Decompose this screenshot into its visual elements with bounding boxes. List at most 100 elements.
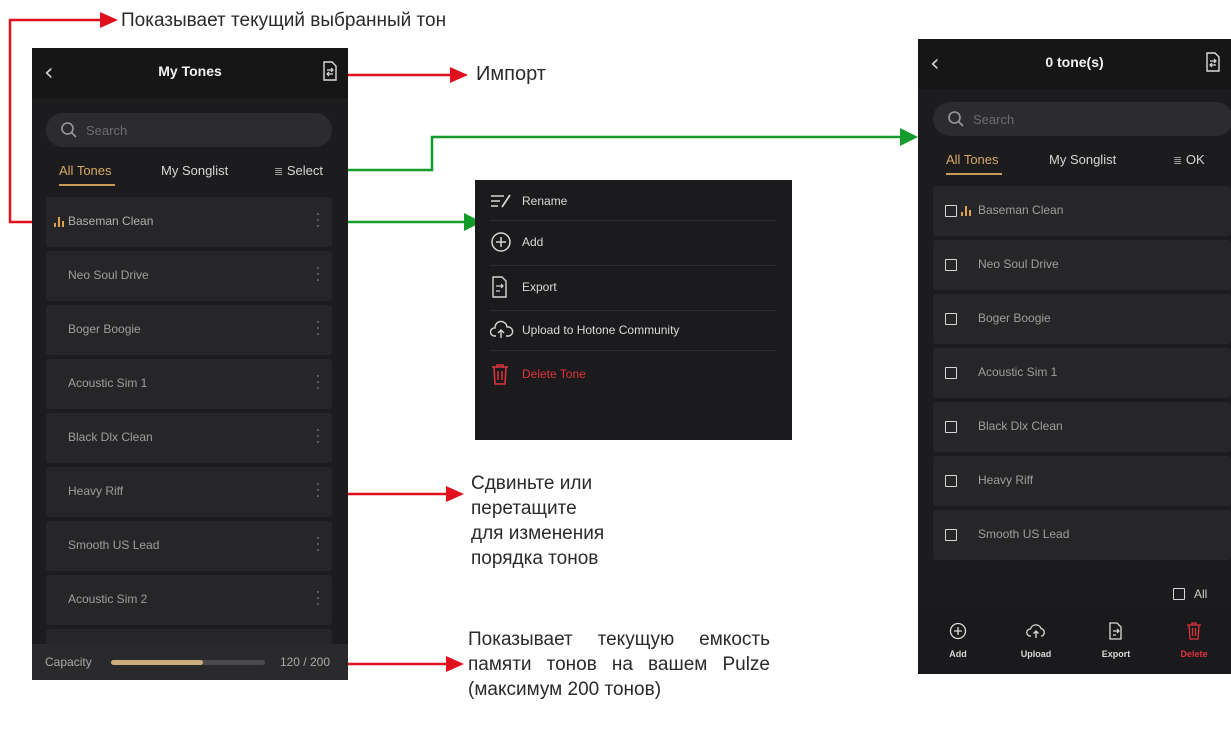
tone-row[interactable]: Neo Soul Drive [46,251,332,301]
tone-name: Neo Soul Drive [978,257,1059,271]
tone-row-selected[interactable]: Baseman Clean [46,197,332,247]
tone-row[interactable]: Black Dlx Clean [933,402,1231,452]
tone-row[interactable]: Smooth US Lead [46,521,332,571]
select-label: Select [286,163,323,178]
menu-item-add[interactable]: Add [490,221,777,265]
more-icon[interactable] [316,265,320,287]
bottom-toolbar: Add Upload Export Delete [918,608,1231,674]
annotation-reorder: Сдвиньте или перетащите для изменения по… [471,471,671,571]
tone-row[interactable]: Neo Soul Drive [933,240,1231,290]
current-tone-bars-icon [961,204,973,216]
select-button[interactable]: ≣ Select [274,163,323,178]
tone-row[interactable]: Acoustic Sim 1 [46,359,332,409]
menu-item-label: Rename [522,194,568,208]
header: ‹ My Tones [32,48,348,98]
select-all-label: All [1194,587,1208,601]
tone-name: Heavy Riff [68,484,124,498]
delete-button[interactable]: Delete [1164,622,1224,659]
export-button[interactable]: Export [1086,622,1146,659]
menu-divider [490,350,777,351]
more-icon[interactable] [316,319,320,341]
search-input[interactable]: Search [46,113,332,147]
tone-row[interactable]: Boger Boogie [933,294,1231,344]
tone-row[interactable]: Acoustic Sim 1 [933,348,1231,398]
search-input[interactable]: Search [933,102,1231,136]
export-icon [492,276,507,298]
checkbox[interactable] [945,205,957,217]
tone-options-menu: Rename Add Export Upload to Hotone Commu… [475,180,792,440]
tab-my-songlist[interactable]: My Songlist [1049,152,1116,167]
annotation-reorder-line: Сдвиньте или [471,473,593,494]
tab-all-tones[interactable]: All Tones [59,163,112,178]
select-list-icon: ≣ [274,166,284,178]
capacity-track [111,660,265,665]
add-label: Add [949,649,967,659]
tone-row[interactable]: Black Dlx Clean [46,413,332,463]
menu-item-rename[interactable]: Rename [490,180,777,224]
tone-row[interactable]: Heavy Riff [46,467,332,517]
search-placeholder: Search [86,123,128,138]
trash-icon [1187,622,1201,640]
tab-my-songlist[interactable]: My Songlist [161,163,228,178]
tone-name: Baseman Clean [68,214,154,228]
add-button[interactable]: Add [928,622,988,659]
tone-row[interactable]: Smooth US Lead [933,510,1231,560]
menu-item-label: Upload to Hotone Community [522,323,680,337]
tone-row[interactable]: Boger Boogie [46,305,332,355]
annotation-reorder-line: порядка тонов [471,548,599,569]
tone-name: Acoustic Sim 1 [68,376,148,390]
trash-icon [492,364,508,385]
tone-name: Acoustic Sim 2 [68,592,148,606]
menu-item-label: Delete Tone [522,367,586,381]
checkbox[interactable] [945,259,957,271]
cloud-upload-icon [1026,624,1045,638]
ok-button[interactable]: ≣ OK [1173,152,1205,167]
tone-row-selected[interactable]: Baseman Clean [933,186,1231,236]
upload-label: Upload [1020,649,1052,659]
upload-button[interactable]: Upload [1006,622,1066,659]
tone-name: Baseman Clean [978,203,1064,217]
checkbox[interactable] [945,529,957,541]
tone-name: Heavy Riff [978,473,1034,487]
menu-item-upload[interactable]: Upload to Hotone Community [490,309,777,353]
menu-item-export[interactable]: Export [490,266,777,310]
tone-name: Neo Soul Drive [68,268,149,282]
plus-circle-icon [491,232,511,252]
search-icon [948,111,964,127]
more-icon[interactable] [316,589,320,611]
more-icon[interactable] [316,211,320,233]
more-icon[interactable] [316,373,320,395]
checkbox[interactable] [945,475,957,487]
menu-item-delete[interactable]: Delete Tone [490,353,777,397]
tab-all-tones[interactable]: All Tones [946,152,999,167]
menu-item-label: Add [522,235,544,249]
my-tones-screen: ‹ My Tones Search All Tones My Songlist … [32,48,348,680]
tone-row[interactable]: Acoustic Sim 2 [46,575,332,625]
annotation-current-tone: Показывает текущий выбранный тон [121,10,447,31]
search-placeholder: Search [973,112,1015,127]
tone-row[interactable]: Heavy Riff [933,456,1231,506]
current-tone-bars-icon [54,215,66,227]
more-icon[interactable] [316,427,320,449]
search-icon [61,122,77,138]
checkbox[interactable] [945,367,957,379]
tone-name: Acoustic Sim 1 [978,365,1058,379]
checkbox[interactable] [945,313,957,325]
checkbox[interactable] [945,421,957,433]
tone-name: Smooth US Lead [978,527,1070,541]
tone-name: Black Dlx Clean [68,430,153,444]
export-label: Export [1101,649,1131,659]
ok-label: OK [1185,152,1205,167]
more-icon[interactable] [316,481,320,503]
import-icon[interactable] [322,61,338,81]
annotation-import: Импорт [476,63,546,85]
annotation-capacity: Показывает текущую емкость памяти тонов … [468,629,770,700]
annotation-reorder-line: перетащите [471,498,577,519]
plus-circle-icon [949,622,967,640]
select-all-checkbox[interactable] [1173,588,1185,600]
page-title: 0 tone(s) [1045,54,1104,70]
more-icon[interactable] [316,535,320,557]
capacity-fill [111,660,204,665]
header: ‹ 0 tone(s) [918,39,1231,89]
import-icon[interactable] [1205,52,1221,72]
